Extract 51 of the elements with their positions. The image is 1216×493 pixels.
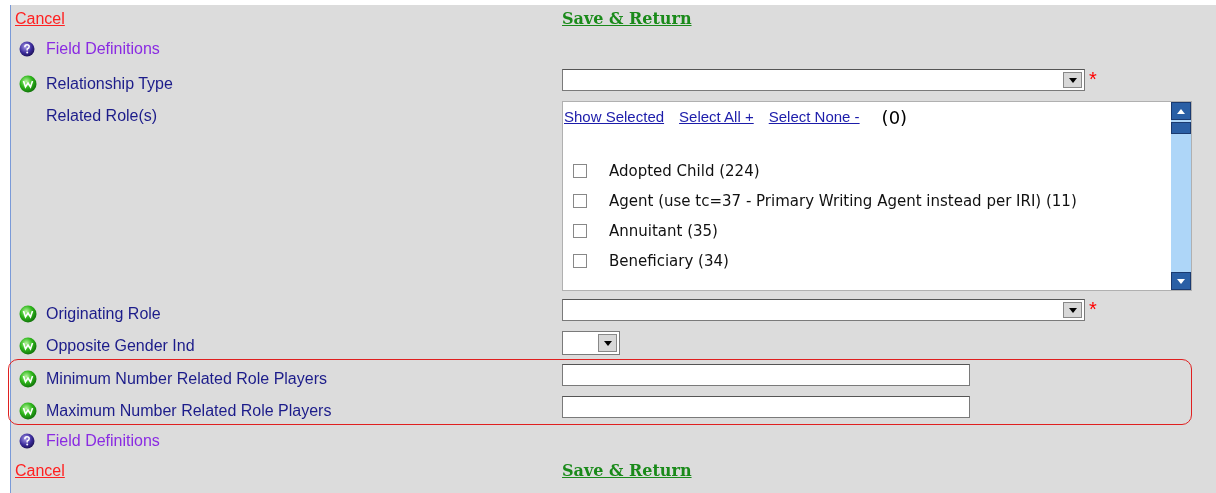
help-icon: [19, 433, 35, 449]
field-label: Originating Role: [46, 305, 161, 323]
field-label: Minimum Number Related Role Players: [46, 370, 327, 388]
save-return-link[interactable]: Save & Return: [562, 459, 692, 483]
option-checkbox[interactable]: [573, 194, 587, 208]
field-definitions-link[interactable]: Field Definitions: [46, 37, 160, 61]
required-mark: *: [1089, 299, 1097, 319]
option-label: Agent (use tc=37 - Primary Writing Agent instead per IRI) (11): [609, 190, 1077, 212]
scroll-down-button[interactable]: [1171, 272, 1191, 290]
text-field[interactable]: [562, 364, 970, 386]
selected-count: (0): [881, 105, 908, 130]
listbox-link[interactable]: Select None -: [768, 105, 860, 129]
scroll-thumb[interactable]: [1171, 122, 1191, 134]
option-label: Beneficiary (34): [609, 250, 729, 272]
w-badge-icon: [19, 305, 37, 323]
caret-up-icon: [1177, 108, 1185, 114]
text-field[interactable]: [562, 396, 970, 418]
field-label: Opposite Gender Ind: [46, 337, 195, 355]
field-definitions-link[interactable]: Field Definitions: [46, 429, 160, 453]
field-label: Maximum Number Related Role Players: [46, 402, 332, 420]
help-icon: [19, 41, 35, 57]
listbox-link[interactable]: Select All +: [679, 105, 754, 129]
cancel-link[interactable]: Cancel: [15, 462, 65, 479]
w-badge-icon: [19, 402, 37, 420]
caret-down-icon: [1068, 307, 1077, 313]
field-label: Relationship Type: [46, 75, 173, 93]
cancel-link[interactable]: Cancel: [15, 10, 65, 27]
dropdown-arrow-button[interactable]: [1063, 302, 1082, 318]
role-listbox[interactable]: Show Selected Select All + Select None - (0) Adopted Child (224) Agent (use tc=37 - Primary Writing Agent instead per IRI) (11) Annuitant (35) Beneficiary (34): [562, 101, 1192, 291]
dropdown-arrow-button[interactable]: [598, 334, 617, 352]
option-checkbox[interactable]: [573, 254, 587, 268]
option-label: Adopted Child (224): [609, 160, 760, 182]
caret-down-icon: [603, 340, 612, 346]
w-badge-icon: [19, 75, 37, 93]
dropdown-field[interactable]: [562, 331, 620, 355]
dropdown-arrow-button[interactable]: [1063, 72, 1082, 88]
caret-down-icon: [1068, 77, 1077, 83]
option-checkbox[interactable]: [573, 224, 587, 238]
listbox-link[interactable]: Show Selected: [564, 105, 665, 129]
save-return-link[interactable]: Save & Return: [562, 7, 692, 31]
option-checkbox[interactable]: [573, 164, 587, 178]
scroll-up-button[interactable]: [1171, 102, 1191, 120]
option-label: Annuitant (35): [609, 220, 718, 242]
w-badge-icon: [19, 337, 37, 355]
dropdown-field[interactable]: [562, 299, 1085, 321]
w-badge-icon: [19, 370, 37, 388]
scrollbar[interactable]: [1171, 102, 1191, 290]
required-mark: *: [1089, 69, 1097, 89]
field-label: Related Role(s): [46, 107, 158, 125]
caret-down-icon: [1177, 278, 1185, 284]
dropdown-field[interactable]: [562, 69, 1085, 91]
